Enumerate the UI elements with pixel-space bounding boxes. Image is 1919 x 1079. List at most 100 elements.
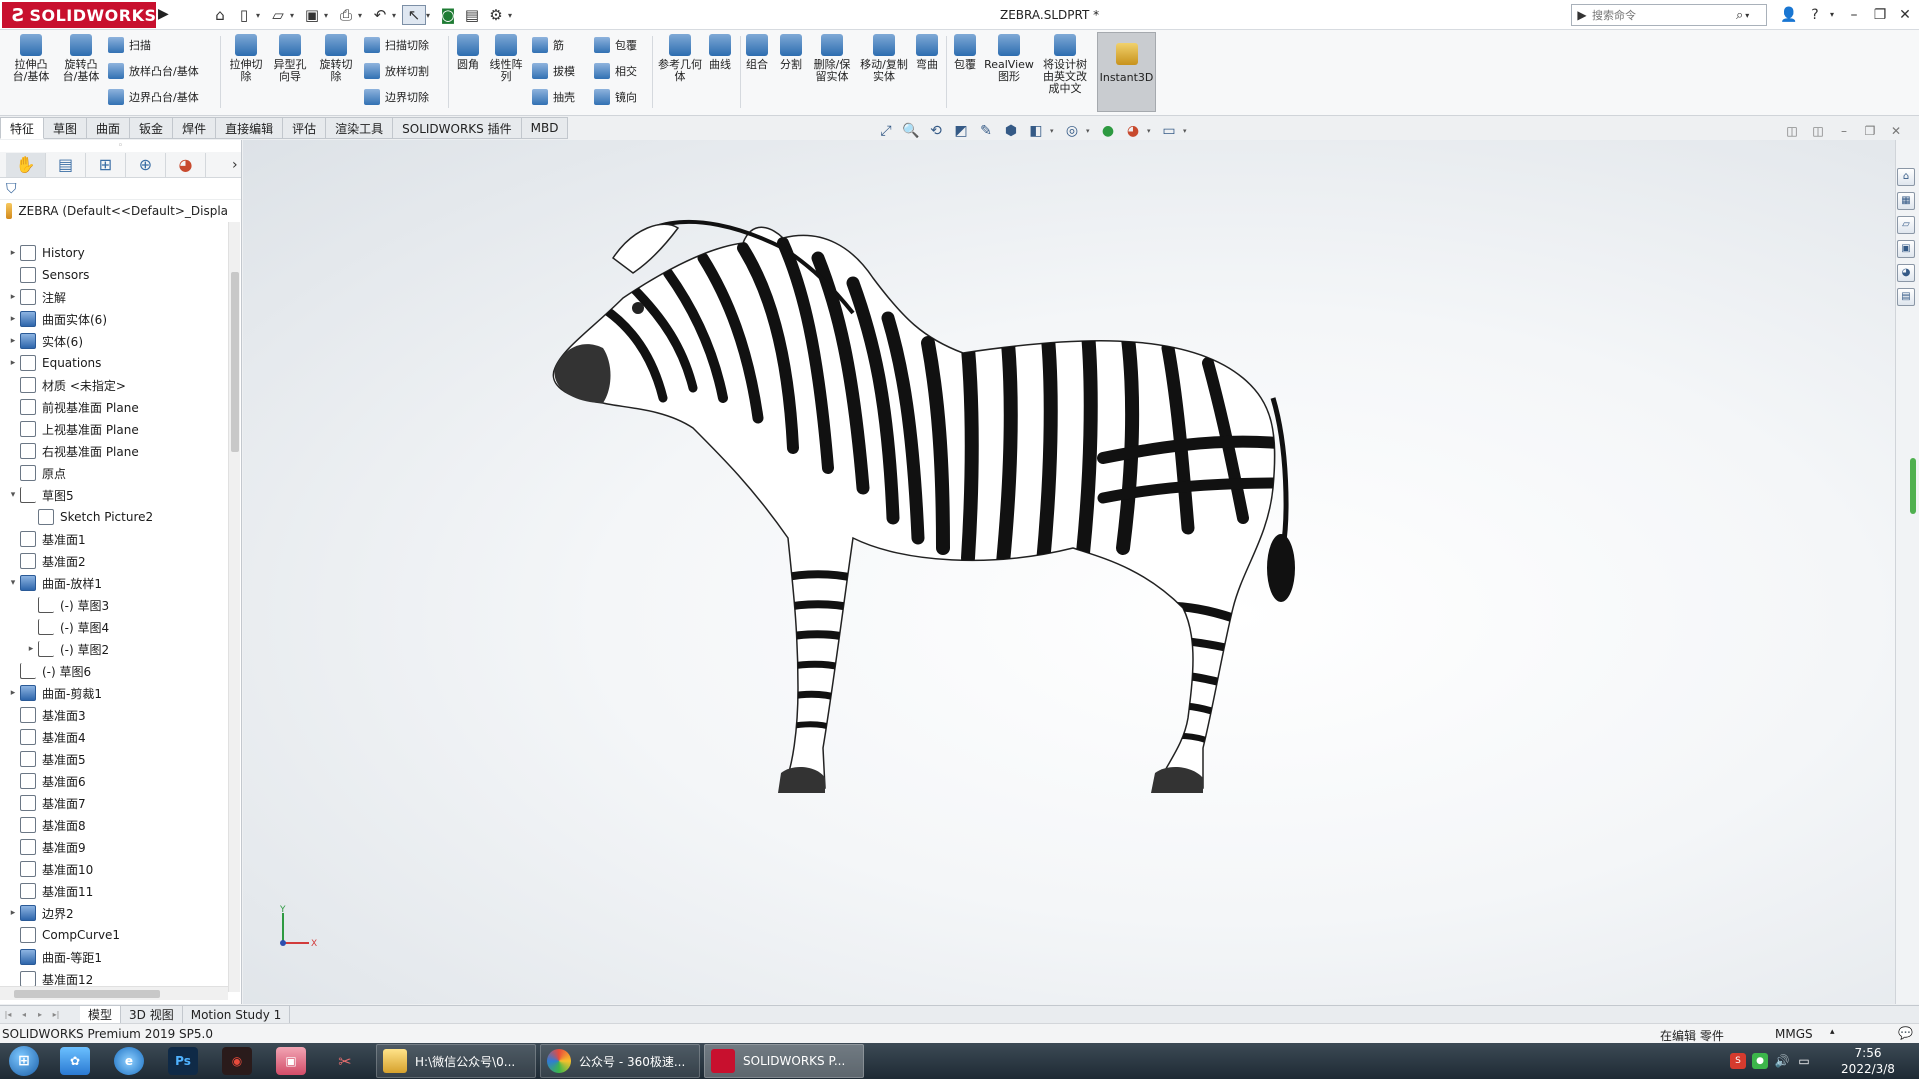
flex-button[interactable]: 弯曲 xyxy=(912,34,942,71)
hide-show-items-icon[interactable]: ◎ xyxy=(1061,121,1083,141)
tab-features[interactable]: 特征 xyxy=(0,117,45,139)
tree-item[interactable]: ▾ 曲面-放样1 xyxy=(0,572,228,594)
tree-item[interactable]: ▸ 注解 xyxy=(0,286,228,308)
delete-keep-body-button[interactable]: 删除/保留实体 xyxy=(810,34,854,83)
hide-show-dropdown-icon[interactable]: ▾ xyxy=(1086,121,1094,141)
tree-item[interactable]: 基准面1 xyxy=(0,528,228,550)
new-dropdown-icon[interactable]: ▾ xyxy=(256,11,266,20)
curves-button[interactable]: 曲线 xyxy=(704,34,736,71)
tree-item[interactable]: 基准面9 xyxy=(0,836,228,858)
file-explorer-icon[interactable]: ▱ xyxy=(1897,216,1915,234)
wrap-small-button[interactable]: 包覆 xyxy=(594,34,637,56)
open-dropdown-icon[interactable]: ▾ xyxy=(290,11,300,20)
network-icon[interactable]: ▭ xyxy=(1796,1053,1812,1069)
panel-grip[interactable]: ◦ xyxy=(0,140,241,152)
solidworks-logo[interactable]: Ƨ SOLIDWORKS xyxy=(2,2,156,28)
edit-appearance-icon[interactable]: ● xyxy=(1097,121,1119,141)
options-dropdown-icon[interactable]: ▾ xyxy=(508,11,518,20)
tab-weldments[interactable]: 焊件 xyxy=(173,117,217,139)
viewport-close-icon[interactable]: ✕ xyxy=(1886,123,1906,139)
open-icon[interactable]: ▱ xyxy=(266,5,290,25)
tree-item[interactable]: 材质 <未指定> xyxy=(0,374,228,396)
user-icon[interactable]: 👤 xyxy=(1777,4,1801,26)
design-library-icon[interactable]: ▦ xyxy=(1897,192,1915,210)
tray-app-icon[interactable]: ● xyxy=(1752,1053,1768,1069)
tree-hscroll-thumb[interactable] xyxy=(14,990,160,998)
reference-geometry-button[interactable]: 参考几何体 xyxy=(658,34,702,83)
boundary-cut-button[interactable]: 边界切除 xyxy=(364,86,429,108)
tree-expander-icon[interactable]: ▸ xyxy=(24,644,38,654)
first-tab-arrow-icon[interactable]: |◂ xyxy=(0,1008,16,1022)
tree-item[interactable]: (-) 草图6 xyxy=(0,660,228,682)
view-palette-icon[interactable]: ▣ xyxy=(1897,240,1915,258)
linear-pattern-button[interactable]: 线性阵列 xyxy=(488,34,524,83)
tree-item[interactable]: ▸ (-) 草图2 xyxy=(0,638,228,660)
home-icon[interactable]: ⌂ xyxy=(208,5,232,25)
viewport-restore-icon[interactable]: ❐ xyxy=(1860,123,1880,139)
tree-item[interactable]: 曲面-等距1 xyxy=(0,946,228,968)
feature-tree-tab-icon[interactable]: ✋ xyxy=(6,152,46,177)
boundary-boss-button[interactable]: 边界凸台/基体 xyxy=(108,86,199,108)
viewport-minimize-icon[interactable]: – xyxy=(1834,123,1854,139)
viewport-collapse-left-icon[interactable]: ◫ xyxy=(1782,123,1802,139)
dynamic-annotation-icon[interactable]: ✎ xyxy=(975,121,997,141)
tree-item[interactable]: Sketch Picture2 xyxy=(0,506,228,528)
appearances-icon[interactable]: ◕ xyxy=(1897,264,1915,282)
tree-expander-icon[interactable]: ▸ xyxy=(6,292,20,302)
tree-item[interactable]: 右视基准面 Plane xyxy=(0,440,228,462)
tree-item[interactable]: (-) 草图4 xyxy=(0,616,228,638)
minimize-icon[interactable]: – xyxy=(1842,4,1866,26)
configuration-manager-tab-icon[interactable]: ⊞ xyxy=(86,152,126,177)
realview-button[interactable]: RealView 图形 xyxy=(984,34,1034,83)
pinned-app-6[interactable]: ✂ xyxy=(318,1043,372,1079)
tree-expander-icon[interactable]: ▸ xyxy=(6,358,20,368)
task-solidworks[interactable]: SOLIDWORKS P... xyxy=(704,1044,864,1078)
task-file-explorer[interactable]: H:\微信公众号\0... xyxy=(376,1044,536,1078)
tree-scroll-thumb[interactable] xyxy=(231,272,239,452)
revolve-cut-button[interactable]: 旋转切除 xyxy=(316,34,356,83)
print-icon[interactable]: ⎙ xyxy=(334,5,358,25)
tree-item[interactable]: ▸ 曲面-剪裁1 xyxy=(0,682,228,704)
combine-button[interactable]: 组合 xyxy=(742,34,772,71)
undo-icon[interactable]: ↶ xyxy=(368,5,392,25)
tree-item[interactable]: ▸ 边界2 xyxy=(0,902,228,924)
tree-item[interactable]: ▸ 实体(6) xyxy=(0,330,228,352)
extrude-boss-button[interactable]: 拉伸凸台/基体 xyxy=(10,34,52,83)
tree-expander-icon[interactable]: ▸ xyxy=(6,336,20,346)
tree-item[interactable]: 基准面4 xyxy=(0,726,228,748)
more-tabs-chevron-icon[interactable]: › xyxy=(232,157,238,173)
display-manager-tab-icon[interactable]: ◕ xyxy=(166,152,206,177)
view-settings-icon[interactable]: ▭ xyxy=(1158,121,1180,141)
tree-expander-icon[interactable]: ▾ xyxy=(6,578,20,588)
zoom-to-area-icon[interactable]: 🔍 xyxy=(900,121,922,141)
file-properties-icon[interactable]: ▤ xyxy=(460,5,484,25)
clock[interactable]: 7:56 2022/3/8 xyxy=(1828,1045,1908,1077)
search-dropdown-icon[interactable]: ▾ xyxy=(1745,11,1749,20)
pinned-photoshop[interactable]: Ps xyxy=(156,1043,210,1079)
select-dropdown-icon[interactable]: ▾ xyxy=(426,11,436,20)
save-dropdown-icon[interactable]: ▾ xyxy=(324,11,334,20)
tree-expander-icon[interactable]: ▸ xyxy=(6,908,20,918)
tree-item[interactable]: 基准面2 xyxy=(0,550,228,572)
section-view-icon[interactable]: ◩ xyxy=(950,121,972,141)
tree-item[interactable]: CompCurve1 xyxy=(0,924,228,946)
tab-evaluate[interactable]: 评估 xyxy=(283,117,327,139)
property-manager-tab-icon[interactable]: ▤ xyxy=(46,152,86,177)
previous-view-icon[interactable]: ⟲ xyxy=(925,121,947,141)
view-settings-dropdown-icon[interactable]: ▾ xyxy=(1183,121,1191,141)
tree-vertical-scrollbar[interactable] xyxy=(228,222,240,992)
tree-horizontal-scrollbar[interactable] xyxy=(0,986,228,1000)
search-icon[interactable]: ⌕ xyxy=(1736,8,1743,23)
tree-language-button[interactable]: 将设计树由英文改成中文 xyxy=(1038,34,1092,95)
tab-solidworks-addins[interactable]: SOLIDWORKS 插件 xyxy=(393,117,522,139)
pinned-app-2[interactable]: e xyxy=(102,1043,156,1079)
scene-dropdown-icon[interactable]: ▾ xyxy=(1147,121,1155,141)
menu-expand-arrow-icon[interactable]: ▶ xyxy=(158,6,170,24)
prev-tab-arrow-icon[interactable]: ◂ xyxy=(16,1008,32,1022)
tree-item[interactable]: 前视基准面 Plane xyxy=(0,396,228,418)
viewport-collapse-right-icon[interactable]: ◫ xyxy=(1808,123,1828,139)
undo-dropdown-icon[interactable]: ▾ xyxy=(392,11,402,20)
instant3d-button[interactable]: Instant3D xyxy=(1097,32,1156,112)
tooltip-icon[interactable]: 💬 xyxy=(1898,1026,1913,1040)
next-tab-arrow-icon[interactable]: ▸ xyxy=(32,1008,48,1022)
